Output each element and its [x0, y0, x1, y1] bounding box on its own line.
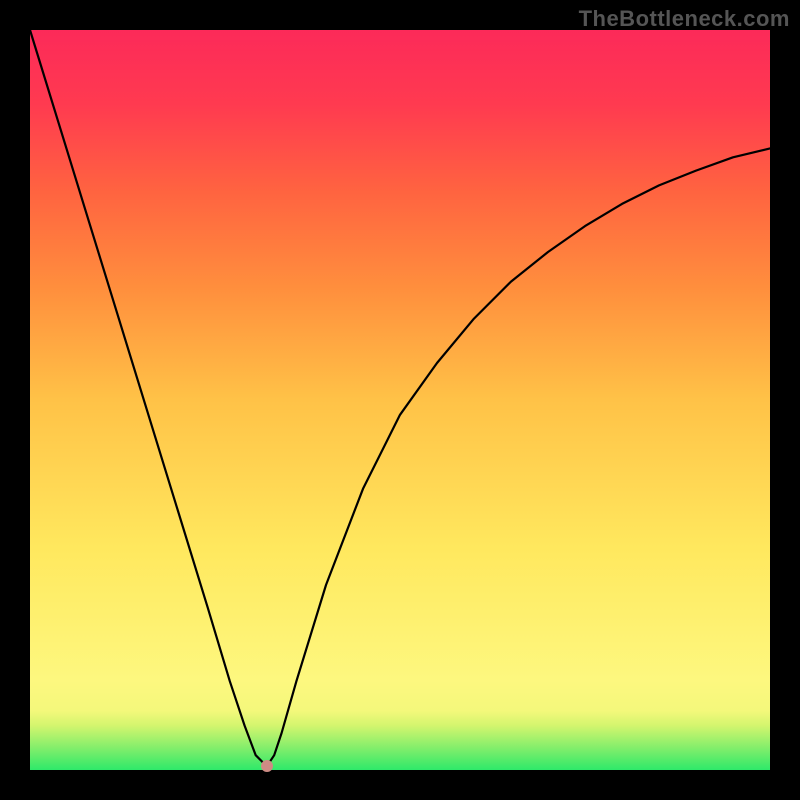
- bottleneck-curve: [30, 30, 770, 766]
- optimum-marker: [261, 760, 273, 772]
- chart-frame: TheBottleneck.com: [0, 0, 800, 800]
- watermark-text: TheBottleneck.com: [579, 6, 790, 32]
- curve-layer: [30, 30, 770, 770]
